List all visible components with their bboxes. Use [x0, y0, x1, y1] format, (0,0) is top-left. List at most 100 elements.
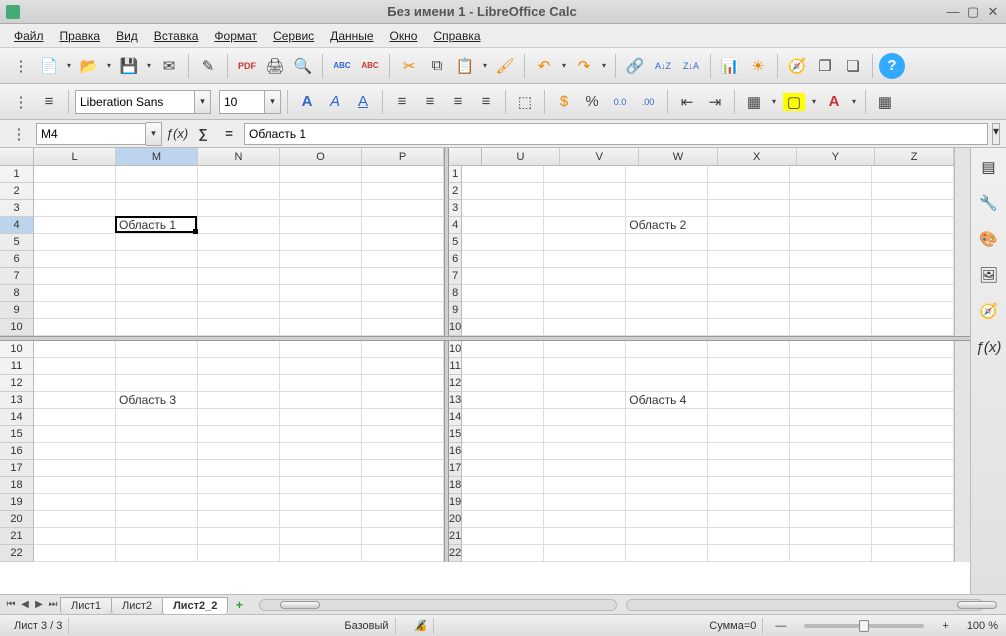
cell[interactable] — [544, 409, 626, 426]
help-button[interactable]: ? — [879, 53, 905, 79]
cell[interactable] — [544, 392, 626, 409]
cell[interactable] — [462, 341, 544, 358]
sum-button[interactable]: ∑ — [192, 123, 214, 145]
vscroll-top[interactable] — [954, 148, 970, 336]
minimize-button[interactable]: — — [946, 5, 960, 19]
cell[interactable] — [198, 358, 280, 375]
cell[interactable] — [280, 528, 362, 545]
cell[interactable] — [34, 268, 116, 285]
cell[interactable] — [872, 234, 954, 251]
cell[interactable] — [708, 285, 790, 302]
cell[interactable] — [198, 426, 280, 443]
row-header[interactable]: 7 — [449, 268, 461, 285]
cell[interactable] — [708, 319, 790, 336]
cell[interactable] — [280, 477, 362, 494]
cell[interactable] — [362, 375, 444, 392]
cell[interactable] — [362, 392, 444, 409]
cell[interactable] — [362, 302, 444, 319]
menu-файл[interactable]: Файл — [6, 26, 52, 46]
cell[interactable] — [34, 375, 116, 392]
font-name-dd[interactable]: ▾ — [195, 90, 211, 114]
sort-desc-button[interactable]: Z↓A — [678, 53, 704, 79]
cell[interactable] — [198, 217, 280, 234]
cell[interactable] — [872, 392, 954, 409]
col-header[interactable]: U — [482, 148, 561, 165]
row-header[interactable]: 17 — [0, 460, 33, 477]
cell[interactable] — [280, 426, 362, 443]
cell[interactable] — [462, 358, 544, 375]
cell[interactable] — [790, 268, 872, 285]
formula-dd[interactable]: ▾ — [992, 123, 1000, 145]
row-header[interactable]: 12 — [0, 375, 33, 392]
cell[interactable] — [34, 341, 116, 358]
maximize-button[interactable]: ▢ — [966, 5, 980, 19]
cell[interactable] — [198, 341, 280, 358]
cell[interactable] — [198, 511, 280, 528]
cell[interactable] — [872, 426, 954, 443]
row-header[interactable]: 5 — [449, 234, 461, 251]
cell[interactable] — [790, 443, 872, 460]
borders-dd[interactable]: ▾ — [769, 89, 779, 115]
cell[interactable] — [362, 251, 444, 268]
cell[interactable] — [34, 234, 116, 251]
sheet-tab[interactable]: Лист2 — [111, 597, 163, 614]
align-right-button[interactable]: ≡ — [445, 89, 471, 115]
cell[interactable] — [280, 234, 362, 251]
cell[interactable] — [198, 319, 280, 336]
cell[interactable] — [708, 234, 790, 251]
tab-next-button[interactable]: ▶ — [32, 597, 46, 613]
cell[interactable] — [362, 477, 444, 494]
cell[interactable] — [872, 528, 954, 545]
zoom-value[interactable]: 100 % — [967, 620, 998, 632]
cell[interactable] — [462, 251, 544, 268]
cell[interactable] — [116, 234, 198, 251]
row-header[interactable]: 8 — [449, 285, 461, 302]
cell[interactable] — [790, 358, 872, 375]
cell[interactable] — [544, 443, 626, 460]
cell[interactable] — [872, 511, 954, 528]
merge-button[interactable]: ⬚ — [512, 89, 538, 115]
cell[interactable] — [198, 460, 280, 477]
cell[interactable]: Область 2 — [626, 217, 708, 234]
autospell-button[interactable]: ABC — [357, 53, 383, 79]
cell[interactable] — [116, 200, 198, 217]
row-header[interactable]: 5 — [0, 234, 33, 251]
col-header[interactable]: L — [34, 148, 116, 165]
cell[interactable] — [872, 443, 954, 460]
cell[interactable] — [34, 460, 116, 477]
cell[interactable] — [462, 183, 544, 200]
row-header[interactable]: 7 — [0, 268, 33, 285]
cell[interactable] — [198, 375, 280, 392]
cell[interactable] — [872, 341, 954, 358]
cell[interactable] — [872, 285, 954, 302]
cell[interactable] — [462, 234, 544, 251]
cell[interactable] — [790, 426, 872, 443]
cell[interactable] — [708, 251, 790, 268]
cell[interactable] — [872, 200, 954, 217]
cell[interactable] — [544, 200, 626, 217]
cell[interactable] — [198, 392, 280, 409]
cell[interactable] — [280, 285, 362, 302]
name-box-combo[interactable]: ▾ — [36, 122, 162, 146]
cell[interactable] — [362, 285, 444, 302]
cell[interactable] — [116, 494, 198, 511]
row-header[interactable]: 10 — [449, 341, 461, 358]
pdf-button[interactable]: PDF — [234, 53, 260, 79]
zoom-out-button[interactable]: — — [775, 620, 786, 632]
cell[interactable] — [544, 460, 626, 477]
cell[interactable] — [116, 251, 198, 268]
cell[interactable] — [116, 511, 198, 528]
cell[interactable] — [626, 477, 708, 494]
cell[interactable] — [116, 477, 198, 494]
cell[interactable] — [116, 341, 198, 358]
cell[interactable] — [462, 375, 544, 392]
menu-вид[interactable]: Вид — [108, 26, 146, 46]
cell[interactable] — [708, 358, 790, 375]
row-header[interactable]: 19 — [449, 494, 461, 511]
row-header[interactable]: 18 — [449, 477, 461, 494]
edit-mode-button[interactable]: ✎ — [195, 53, 221, 79]
cell[interactable] — [544, 477, 626, 494]
cell[interactable] — [34, 200, 116, 217]
cell[interactable] — [790, 251, 872, 268]
cell[interactable] — [198, 443, 280, 460]
